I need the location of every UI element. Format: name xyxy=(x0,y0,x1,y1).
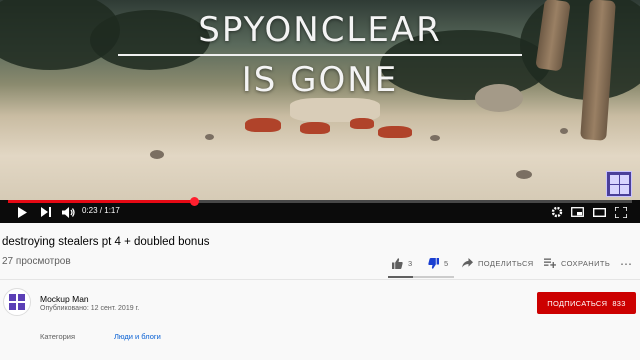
category-link[interactable]: Люди и блоги xyxy=(114,332,161,341)
more-actions-icon[interactable]: ⋯ xyxy=(620,257,632,271)
rock xyxy=(150,150,164,159)
share-icon xyxy=(462,258,473,268)
like-dislike-bar xyxy=(388,276,454,278)
rock xyxy=(560,128,568,134)
share-button[interactable]: ПОДЕЛИТЬСЯ xyxy=(462,255,534,271)
publish-date: Опубликовано: 12 сент. 2019 г. xyxy=(40,305,140,312)
dislike-button[interactable]: 5 xyxy=(428,255,449,271)
rock xyxy=(205,134,214,140)
rock xyxy=(430,135,440,141)
save-label: СОХРАНИТЬ xyxy=(561,258,611,268)
crab xyxy=(245,118,281,132)
subscribe-label: ПОДПИСАТЬСЯ xyxy=(547,298,608,308)
rock xyxy=(516,170,532,179)
player-controls: 0:23 / 1:17 xyxy=(0,197,640,223)
thumbs-down-icon xyxy=(428,257,439,269)
like-button[interactable]: 3 xyxy=(392,255,413,271)
video-player[interactable]: SPYONCLEAR IS GONE 0:23 / 1:17 xyxy=(0,0,640,223)
fullscreen-icon[interactable] xyxy=(614,204,628,220)
subscriber-count: 833 xyxy=(612,298,626,308)
crab xyxy=(300,122,330,134)
screen-frame: SPYONCLEAR IS GONE 0:23 / 1:17 destroyin… xyxy=(0,0,640,360)
video-title: destroying stealers pt 4 + doubled bonus xyxy=(2,236,210,248)
divider xyxy=(0,279,640,280)
subscribe-button[interactable]: ПОДПИСАТЬСЯ 833 xyxy=(537,292,636,314)
miniplayer-icon[interactable] xyxy=(570,204,584,220)
play-icon[interactable] xyxy=(14,204,30,220)
save-button[interactable]: СОХРАНИТЬ xyxy=(544,255,610,271)
video-overlay-line2: IS GONE xyxy=(241,60,399,100)
crab xyxy=(350,118,374,129)
like-ratio-fill xyxy=(388,276,413,278)
time-display: 0:23 / 1:17 xyxy=(82,206,120,215)
share-label: ПОДЕЛИТЬСЯ xyxy=(478,258,534,268)
dislike-count: 5 xyxy=(444,258,449,268)
video-frame[interactable]: SPYONCLEAR IS GONE xyxy=(0,0,640,200)
crab xyxy=(378,126,412,138)
like-count: 3 xyxy=(408,258,413,268)
thumbs-up-icon xyxy=(392,257,403,269)
progress-bar[interactable] xyxy=(8,197,632,206)
channel-watermark-icon[interactable] xyxy=(606,171,632,197)
settings-icon[interactable] xyxy=(550,204,564,220)
view-count: 27 просмотров xyxy=(2,256,71,267)
volume-icon[interactable] xyxy=(60,204,76,220)
video-overlay-line1: SPYONCLEAR xyxy=(198,10,442,50)
windows-logo-icon xyxy=(9,294,25,310)
overlay-divider xyxy=(118,54,522,56)
playlist-add-icon xyxy=(544,258,556,268)
scrubber-handle[interactable] xyxy=(189,197,199,206)
progress-played xyxy=(8,200,194,203)
channel-avatar[interactable] xyxy=(3,288,31,316)
watch-page: SPYONCLEAR IS GONE 0:23 / 1:17 destroyin… xyxy=(0,0,640,360)
next-icon[interactable] xyxy=(38,204,54,220)
category-label: Категория xyxy=(40,332,76,341)
theater-icon[interactable] xyxy=(592,204,606,220)
channel-name[interactable]: Mockup Man xyxy=(40,294,89,304)
